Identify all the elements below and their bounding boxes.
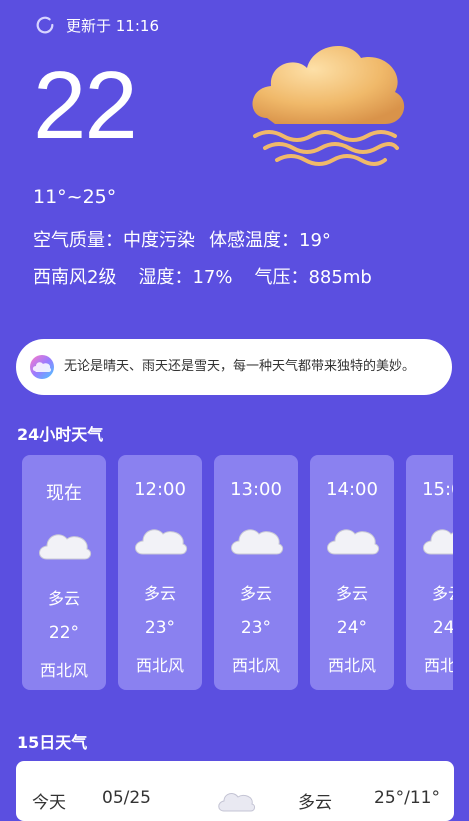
day-label: 今天	[32, 793, 66, 813]
hourly-card[interactable]: 14:00 多云 24° 西北风	[310, 455, 394, 690]
day-date: 05/25	[102, 788, 151, 808]
cloud-icon	[39, 534, 92, 560]
hour-wind: 西北风	[231, 656, 280, 675]
hour-time: 15:00	[422, 479, 453, 500]
colorful-cloud-icon	[30, 355, 54, 379]
cloud-icon	[327, 529, 380, 555]
hour-temperature: 23°	[144, 618, 176, 638]
hour-time: 13:00	[230, 479, 282, 500]
tip-text: 无论是晴天、雨天还是雪天，每一种天气都带来独特的美妙。	[64, 359, 416, 374]
daily-row-today[interactable]: 今天 05/25 多云 25°/11°	[16, 761, 454, 821]
hourly-forecast-list[interactable]: 现在 多云 22° 西北风 12:00 多云 23° 西北风 13:00 多云 …	[22, 455, 453, 690]
pressure-info: 气压：885mb	[254, 267, 372, 288]
hourly-section-title: 24小时天气	[17, 425, 104, 444]
daily-section-title: 15日天气	[17, 733, 88, 752]
hour-condition: 多云	[47, 589, 80, 608]
cloud-icon	[231, 529, 284, 555]
hour-wind: 西北风	[135, 656, 184, 675]
update-status[interactable]: 更新于 11:16	[34, 14, 159, 36]
hour-condition: 多云	[239, 584, 272, 603]
temperature-range: 11°~25°	[33, 186, 117, 208]
cloud-icon	[135, 529, 188, 555]
hour-temperature: 22°	[48, 623, 80, 643]
feels-like: 体感温度：19°	[209, 230, 331, 251]
hour-wind: 西北风	[39, 661, 88, 680]
day-temp-range: 25°/11°	[374, 788, 440, 808]
wind-info: 西南风2级	[33, 267, 117, 288]
refresh-icon[interactable]	[34, 14, 56, 36]
cloud-icon	[423, 529, 453, 555]
day-condition: 多云	[298, 793, 332, 813]
update-time: 更新于 11:16	[66, 16, 159, 35]
hour-condition: 多云	[431, 584, 453, 603]
hour-temperature: 24°	[336, 618, 368, 638]
current-temperature: 22	[33, 52, 138, 159]
hourly-card[interactable]: 13:00 多云 23° 西北风	[214, 455, 298, 690]
hour-condition: 多云	[335, 584, 368, 603]
hour-temperature: 24°	[432, 618, 453, 638]
air-quality: 空气质量：中度污染	[33, 230, 195, 251]
hour-time: 12:00	[134, 479, 186, 500]
hour-time: 14:00	[326, 479, 378, 500]
fog-cloud-icon	[252, 45, 405, 166]
hourly-card[interactable]: 12:00 多云 23° 西北风	[118, 455, 202, 690]
weather-tip-card[interactable]: 无论是晴天、雨天还是雪天，每一种天气都带来独特的美妙。	[16, 339, 452, 395]
hour-time: 现在	[46, 483, 82, 504]
hourly-card[interactable]: 现在 多云 22° 西北风	[22, 455, 106, 690]
hour-condition: 多云	[143, 584, 176, 603]
hour-temperature: 23°	[240, 618, 272, 638]
humidity-info: 湿度：17%	[138, 267, 233, 288]
hour-wind: 西北风	[327, 656, 376, 675]
hourly-card[interactable]: 15:00 多云 24° 西北风	[406, 455, 453, 690]
hour-wind: 西北风	[423, 656, 453, 675]
